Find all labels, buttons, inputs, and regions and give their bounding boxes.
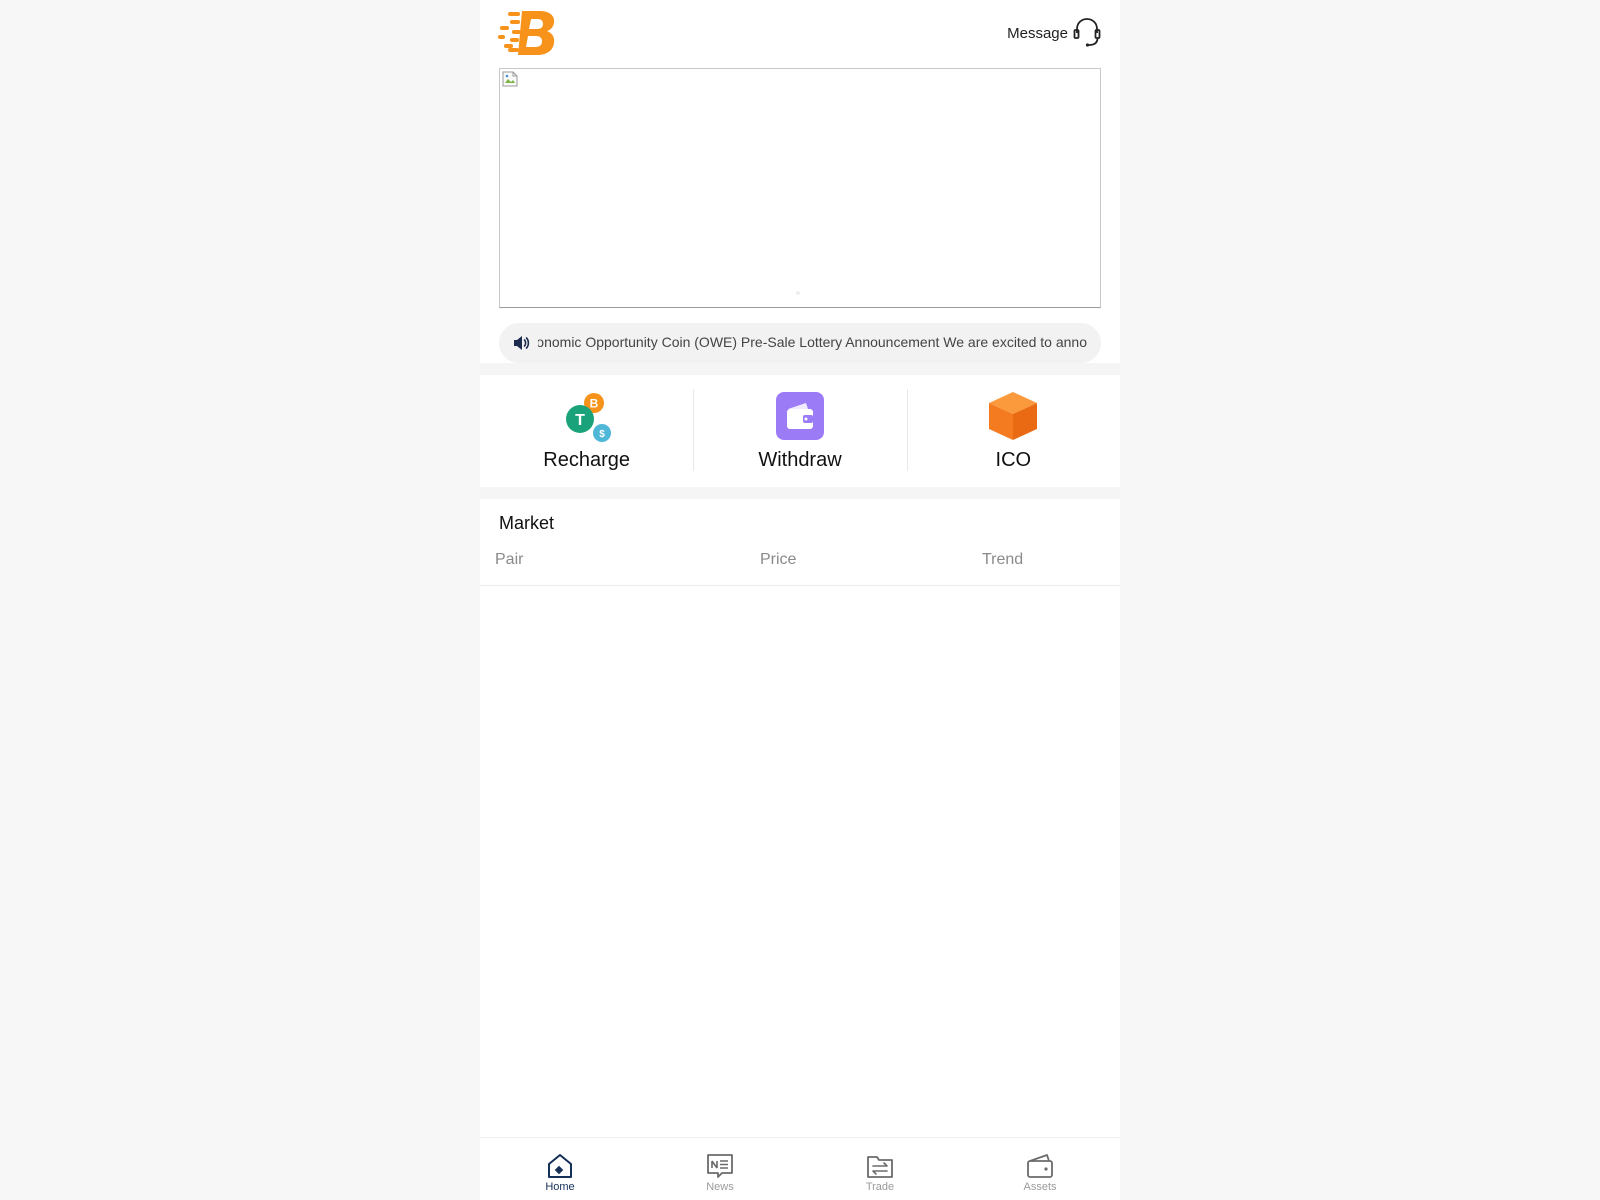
brand-logo[interactable] [498,8,558,58]
svg-text:T: T [575,412,585,429]
cube-icon [989,392,1038,440]
coins-icon: B $ T [565,393,611,442]
svg-text:$: $ [599,429,605,440]
speaker-icon [514,336,530,350]
market-title: Market [499,513,555,533]
promo-banner[interactable] [499,68,1101,308]
headset-icon [1073,18,1101,47]
recharge-label: Recharge [543,449,631,471]
ico-button[interactable]: ICO [906,375,1120,487]
tab-trade[interactable]: Trade [800,1138,960,1200]
tab-home-label: Home [545,1181,575,1193]
message-button[interactable]: Message [1007,16,1102,50]
market-table-header: Pair Price Trend [480,548,1120,586]
column-pair: Pair [495,551,524,568]
news-icon [707,1154,733,1178]
announcement-text: Global Economic Opportunity Coin (OWE) P… [538,334,1087,350]
wallet-icon [775,392,824,440]
withdraw-label: Withdraw [758,449,842,471]
message-label: Message [1007,24,1068,42]
svg-text:B: B [589,397,598,411]
bottom-tab-bar: Home News Trade Assets [480,1137,1120,1200]
announcement-bar[interactable]: Global Economic Opportunity Coin (OWE) P… [499,323,1101,363]
tab-assets-label: Assets [1023,1181,1057,1193]
tab-trade-label: Trade [865,1181,895,1193]
broken-image-icon [502,71,518,87]
tab-home[interactable]: Home [480,1138,640,1200]
trade-icon [867,1156,893,1178]
home-icon [548,1154,572,1178]
tab-news[interactable]: News [640,1138,800,1200]
quick-actions: B $ T Recharge Withdraw ICO [480,375,1120,487]
column-trend: Trend [982,551,1024,568]
announcement-track: Global Economic Opportunity Coin (OWE) P… [538,323,1087,363]
recharge-button[interactable]: B $ T Recharge [480,375,693,487]
tab-news-label: News [706,1181,734,1193]
banner-indicator[interactable] [796,291,800,295]
section-divider [480,487,1120,499]
withdraw-button[interactable]: Withdraw [693,375,906,487]
section-divider [480,363,1120,375]
app-screen: Message Global Economic Opportu [480,0,1120,1200]
header: Message [480,0,1120,68]
column-price: Price [760,551,797,568]
ico-label: ICO [995,449,1032,471]
tab-assets[interactable]: Assets [960,1138,1120,1200]
assets-icon [1027,1154,1053,1178]
logo-mark-icon [498,11,555,55]
